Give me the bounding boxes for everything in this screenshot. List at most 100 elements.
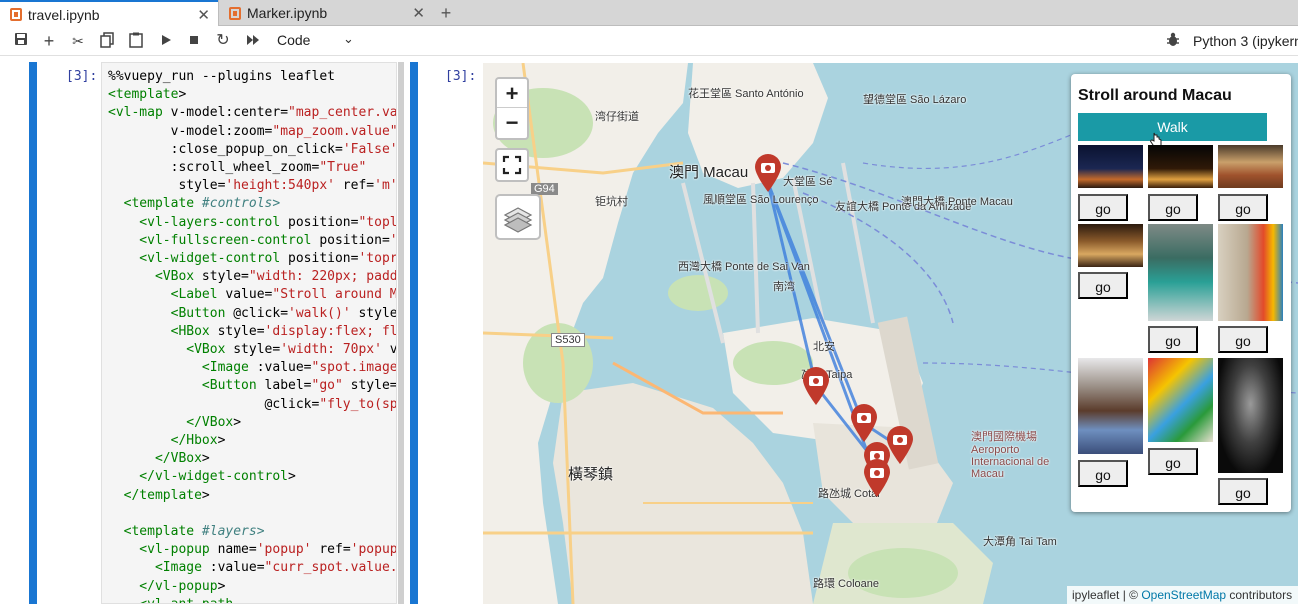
go-button[interactable]: go: [1078, 194, 1128, 221]
code-line: <vl-ant-path: [108, 597, 233, 603]
close-icon[interactable]: ✕: [197, 6, 210, 24]
attribution-suffix: contributors: [1226, 588, 1293, 602]
fullscreen-icon: [502, 155, 522, 175]
code-line: </VBox>: [108, 451, 210, 467]
code-line: <template #controls>: [108, 196, 281, 212]
code-editor[interactable]: %%vuepy_run --plugins leaflet <template> <…: [101, 62, 397, 604]
code-scrollbar[interactable]: [398, 62, 404, 604]
code-line: <vl-layers-control position="topl: [108, 214, 397, 230]
code-line: v-model:zoom="map_zoom.value": [108, 123, 397, 139]
spot-image: [1148, 358, 1213, 442]
spot-image: [1148, 145, 1213, 188]
walk-button[interactable]: Walk: [1078, 113, 1267, 141]
output-cell-collapser[interactable]: [410, 62, 418, 604]
openstreetmap-link[interactable]: OpenStreetMap: [1141, 588, 1226, 602]
camera-marker-icon[interactable]: [849, 403, 879, 443]
code-line: <VBox style='width: 70px' v: [108, 342, 397, 357]
map-label-santo-antonio: 花王堂區 Santo António: [688, 88, 804, 100]
spot-image: [1078, 224, 1143, 267]
map-label-s530: S530: [551, 333, 585, 347]
attribution-prefix: ipyleaflet | ©: [1072, 588, 1142, 602]
map-label-nanwan: 南湾: [773, 281, 795, 293]
code-line: <HBox style='display:flex; fl: [108, 323, 397, 339]
tab-label: Marker.ipynb: [247, 5, 328, 21]
copy-icon[interactable]: [98, 32, 116, 50]
input-prompt: [3]:: [66, 69, 98, 84]
map-label-jukeng: 钜坑村: [595, 196, 628, 208]
code-line: <template>: [108, 87, 187, 103]
code-line: <Button @click='walk()' style: [108, 305, 397, 321]
fast-forward-icon[interactable]: [244, 32, 262, 50]
map-label-ponte-sai-van: 西灣大橋 Ponte de Sai Van: [678, 261, 810, 273]
add-cell-icon[interactable]: +: [40, 32, 58, 50]
map-label-beian: 北安: [813, 341, 835, 353]
layers-control-button[interactable]: [495, 194, 541, 240]
kernel-name[interactable]: Python 3 (ipykern: [1193, 33, 1298, 49]
spot-image: [1148, 224, 1213, 321]
code-line: <template #layers>: [108, 524, 265, 539]
spot-image: [1078, 358, 1143, 454]
camera-marker-icon[interactable]: [862, 458, 892, 498]
code-line: <VBox style="width: 220px; padd: [108, 269, 397, 285]
code-line: <vl-widget-control position='topr: [108, 251, 397, 266]
code-line: %%vuepy_run --plugins leaflet: [108, 69, 335, 84]
stop-icon[interactable]: [185, 32, 203, 50]
spot-image: [1218, 358, 1283, 473]
cut-icon[interactable]: ✂: [69, 32, 87, 50]
restart-icon[interactable]: ↻: [214, 32, 232, 50]
bug-icon[interactable]: [1166, 32, 1180, 48]
code-line: <Image :value="curr_spot.value.: [108, 560, 397, 576]
layers-icon: [503, 207, 533, 233]
spot-image: [1218, 224, 1283, 321]
add-tab-button[interactable]: +: [434, 2, 458, 24]
stroll-widget-panel: Stroll around Macau Walk go go go go go …: [1071, 74, 1291, 512]
zoom-in-button[interactable]: +: [497, 79, 527, 108]
go-button[interactable]: go: [1148, 194, 1198, 221]
go-button[interactable]: go: [1218, 326, 1268, 353]
run-icon[interactable]: [157, 32, 175, 50]
spot-image: [1218, 145, 1283, 188]
cell-type-select[interactable]: Code: [277, 32, 310, 48]
go-button[interactable]: go: [1148, 448, 1198, 475]
map-label-coloane: 路環 Coloane: [813, 578, 880, 590]
zoom-control: + −: [495, 77, 529, 140]
code-line: </vl-popup>: [108, 578, 226, 594]
code-line: <vl-fullscreen-control position=': [108, 232, 397, 248]
code-line: style='height:540px' ref='m': [108, 178, 397, 194]
go-button[interactable]: go: [1078, 460, 1128, 487]
code-line: :scroll_wheel_zoom="True": [108, 160, 367, 175]
code-line: </template>: [108, 487, 210, 503]
tab-marker[interactable]: Marker.ipynb ✕: [218, 0, 433, 26]
fullscreen-button[interactable]: [495, 148, 529, 182]
code-line: <vl-popup name='popup' ref='popup: [108, 542, 397, 558]
notebook-icon: [10, 8, 22, 21]
code-line: <Label value="Stroll around M: [108, 287, 397, 303]
code-line: :close_popup_on_click='False': [108, 141, 397, 157]
tab-travel[interactable]: travel.ipynb ✕: [0, 0, 218, 27]
code-line: </Hbox>: [108, 433, 226, 448]
tab-bar: travel.ipynb ✕ Marker.ipynb ✕ +: [0, 0, 1298, 27]
map-label-tai-tam: 大潭角 Tai Tam: [983, 536, 1057, 548]
code-line: </VBox>: [108, 414, 242, 430]
zoom-out-button[interactable]: −: [497, 108, 527, 137]
code-line: @click="fly_to(sp: [108, 396, 397, 412]
map-label-se: 大堂區 Sé: [783, 176, 833, 188]
map-label-wanzai: 湾仔街道: [595, 111, 639, 123]
go-button[interactable]: go: [1218, 194, 1268, 221]
code-line: </vl-widget-control>: [108, 469, 296, 485]
notebook-icon: [229, 6, 241, 20]
camera-marker-icon[interactable]: [801, 366, 831, 406]
camera-marker-icon[interactable]: [753, 153, 783, 193]
input-cell-collapser[interactable]: [29, 62, 37, 604]
go-button[interactable]: go: [1148, 326, 1198, 353]
map-label-sao-lourenco: 風順堂區 São Lourenço: [703, 194, 819, 206]
go-button[interactable]: go: [1078, 272, 1128, 299]
go-button[interactable]: go: [1218, 478, 1268, 505]
map-label-ponte-macau: 澳門大橋 Ponte Macau: [901, 196, 1013, 208]
save-icon[interactable]: [12, 32, 30, 50]
code-line: <vl-map v-model:center="map_center.va: [108, 105, 397, 121]
map-label-airport: 澳門國際機場 Aeroporto Internacional de Macau: [971, 431, 1050, 480]
close-icon[interactable]: ✕: [412, 4, 425, 22]
chevron-down-icon[interactable]: ⌄: [343, 31, 354, 47]
paste-icon[interactable]: [127, 32, 145, 50]
